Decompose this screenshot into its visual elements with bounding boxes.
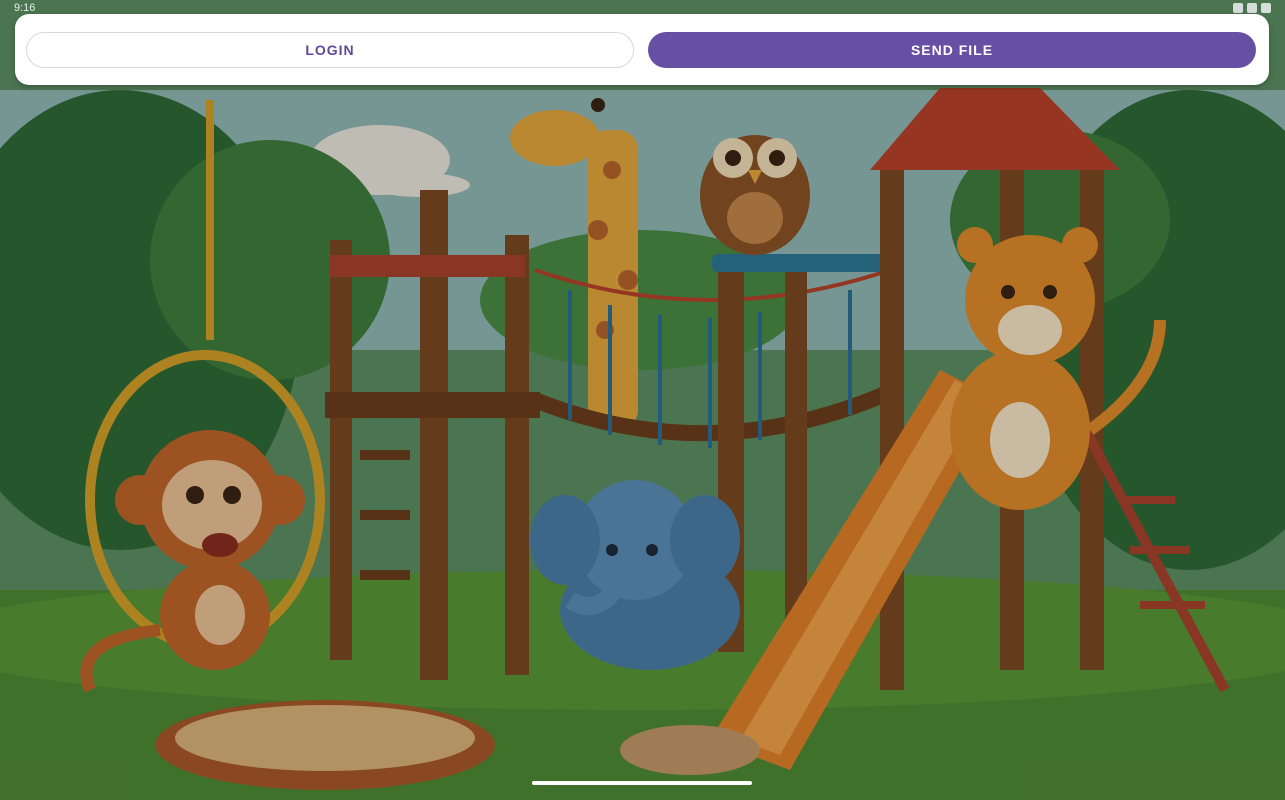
login-button[interactable]: LOGIN — [26, 32, 634, 68]
action-sheet: LOGIN SEND FILE — [15, 14, 1269, 85]
signal-icon — [1247, 3, 1257, 13]
app-screen: 9:16 LOGIN SEND FILE — [0, 0, 1285, 800]
status-icons — [1233, 3, 1271, 13]
send-file-button[interactable]: SEND FILE — [648, 32, 1256, 68]
status-time: 9:16 — [14, 2, 36, 14]
battery-icon — [1261, 3, 1271, 13]
wifi-icon — [1233, 3, 1243, 13]
home-indicator[interactable] — [532, 781, 752, 785]
modal-scrim[interactable] — [0, 0, 1285, 800]
